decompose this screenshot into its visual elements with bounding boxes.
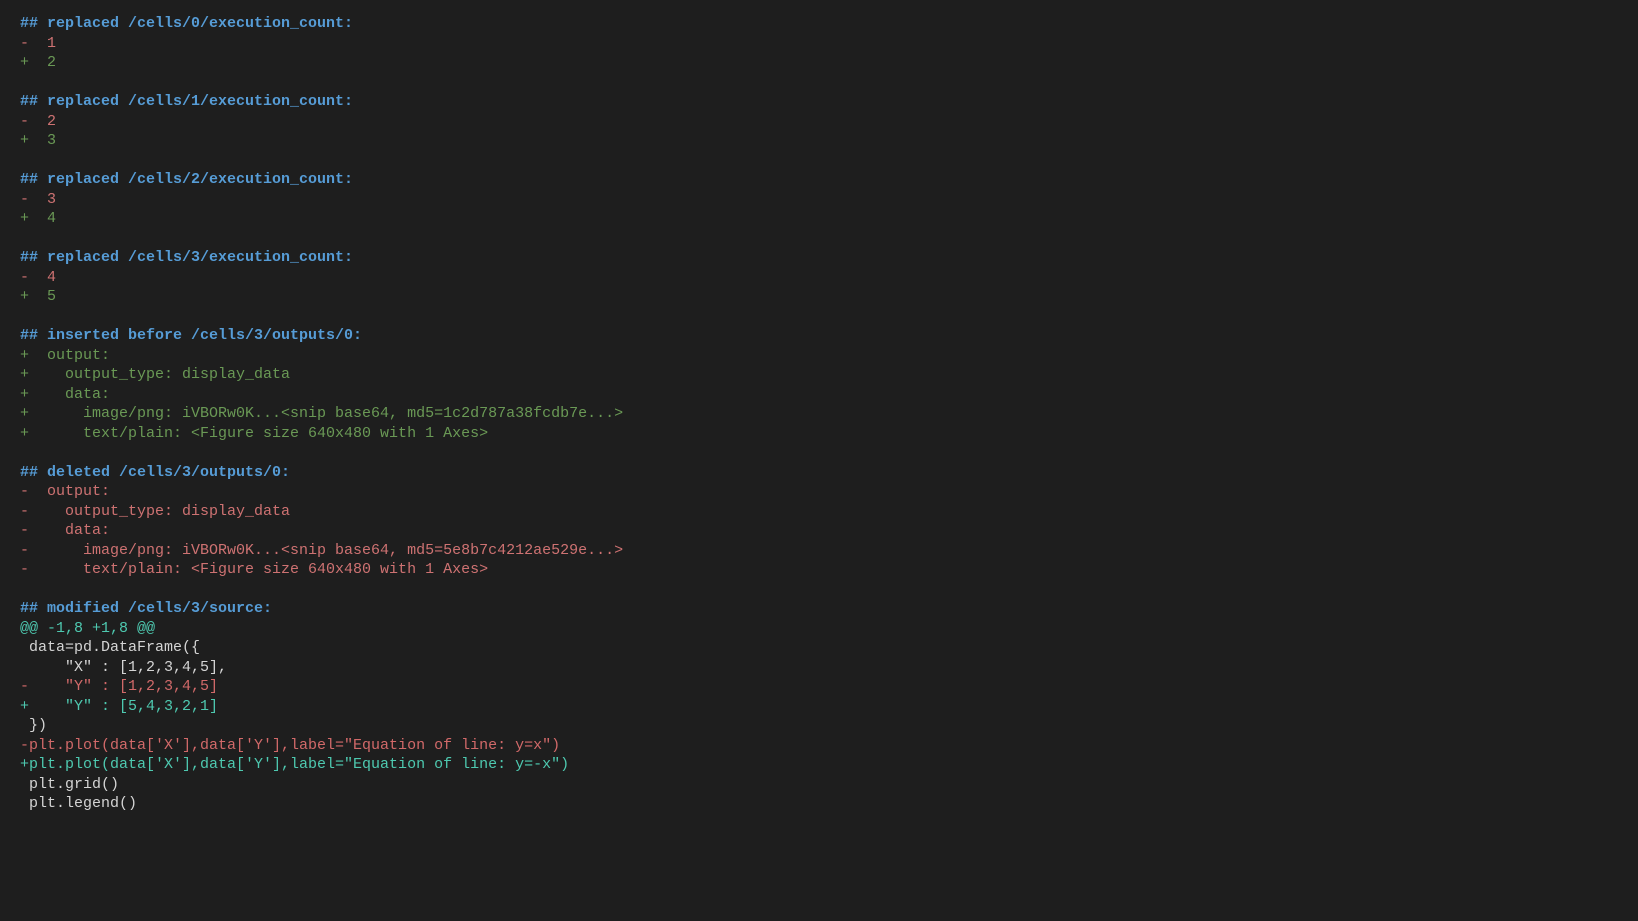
diff-line-blank — [20, 443, 1618, 463]
diff-line-ctx: plt.grid() — [20, 775, 1618, 795]
diff-line-header: ## inserted before /cells/3/outputs/0: — [20, 326, 1618, 346]
diff-line-del: - 3 — [20, 190, 1618, 210]
diff-line-del: - 1 — [20, 34, 1618, 54]
diff-output: ## replaced /cells/0/execution_count:- 1… — [0, 0, 1638, 828]
diff-line-add-bright: +plt.plot(data['X'],data['Y'],label="Equ… — [20, 755, 1618, 775]
diff-line-header: ## replaced /cells/1/execution_count: — [20, 92, 1618, 112]
diff-line-add: + image/png: iVBORw0K...<snip base64, md… — [20, 404, 1618, 424]
diff-line-add: + output_type: display_data — [20, 365, 1618, 385]
diff-line-blank — [20, 307, 1618, 327]
diff-line-del: - 2 — [20, 112, 1618, 132]
diff-line-blank — [20, 151, 1618, 171]
diff-line-add: + data: — [20, 385, 1618, 405]
diff-line-add-bright: + "Y" : [5,4,3,2,1] — [20, 697, 1618, 717]
diff-line-add: + 2 — [20, 53, 1618, 73]
diff-line-ctx: data=pd.DataFrame({ — [20, 638, 1618, 658]
diff-line-del: - data: — [20, 521, 1618, 541]
diff-line-add: + 4 — [20, 209, 1618, 229]
diff-line-blank — [20, 580, 1618, 600]
diff-line-header: ## modified /cells/3/source: — [20, 599, 1618, 619]
diff-line-header: ## replaced /cells/2/execution_count: — [20, 170, 1618, 190]
diff-line-header: ## replaced /cells/3/execution_count: — [20, 248, 1618, 268]
diff-line-ctx: "X" : [1,2,3,4,5], — [20, 658, 1618, 678]
diff-line-hunk: @@ -1,8 +1,8 @@ — [20, 619, 1618, 639]
diff-line-add: + output: — [20, 346, 1618, 366]
diff-line-header: ## replaced /cells/0/execution_count: — [20, 14, 1618, 34]
diff-line-del: - image/png: iVBORw0K...<snip base64, md… — [20, 541, 1618, 561]
diff-line-add: + 3 — [20, 131, 1618, 151]
diff-line-header: ## deleted /cells/3/outputs/0: — [20, 463, 1618, 483]
diff-line-del: - 4 — [20, 268, 1618, 288]
diff-line-del: - output: — [20, 482, 1618, 502]
diff-line-del: - text/plain: <Figure size 640x480 with … — [20, 560, 1618, 580]
diff-line-blank — [20, 73, 1618, 93]
diff-line-blank — [20, 229, 1618, 249]
diff-line-del: - output_type: display_data — [20, 502, 1618, 522]
diff-line-del-bright: - "Y" : [1,2,3,4,5] — [20, 677, 1618, 697]
diff-line-ctx: }) — [20, 716, 1618, 736]
diff-line-add: + 5 — [20, 287, 1618, 307]
diff-line-ctx: plt.legend() — [20, 794, 1618, 814]
diff-line-del-bright: -plt.plot(data['X'],data['Y'],label="Equ… — [20, 736, 1618, 756]
diff-line-add: + text/plain: <Figure size 640x480 with … — [20, 424, 1618, 444]
